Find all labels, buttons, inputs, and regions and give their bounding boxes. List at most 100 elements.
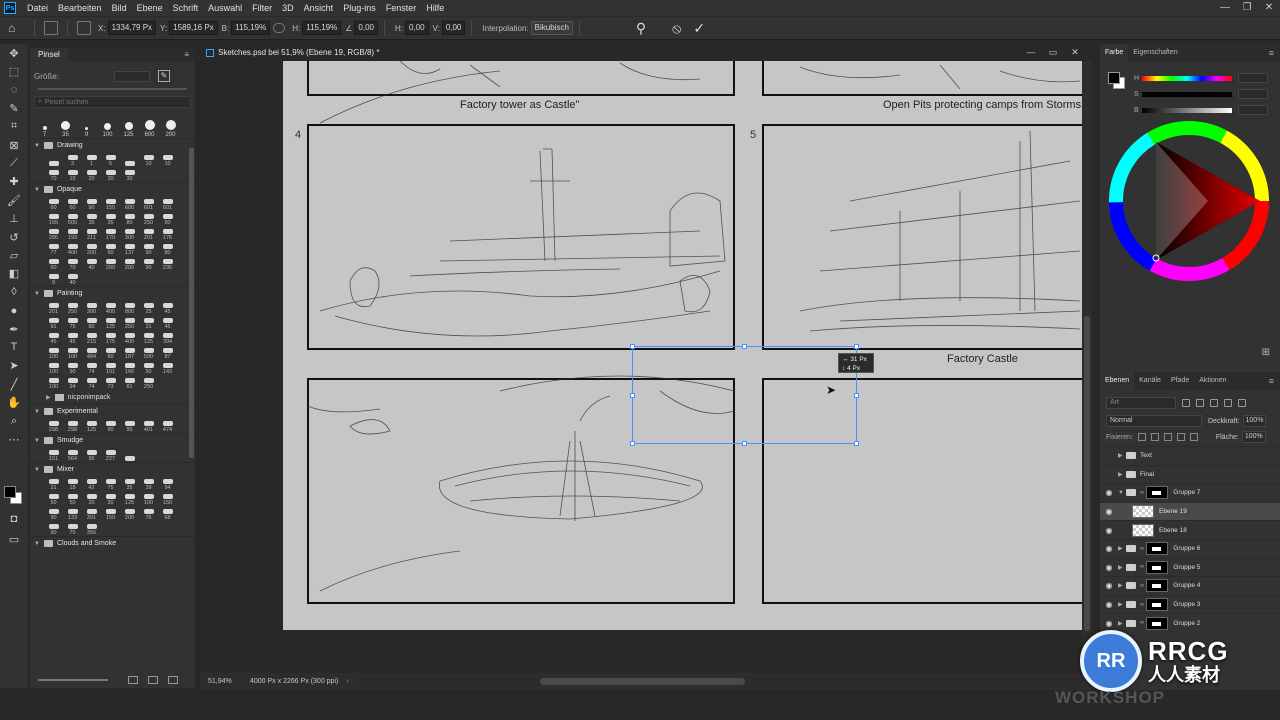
menu-fenster[interactable]: Fenster [381,3,422,13]
blend-mode-select[interactable]: Normal [1106,415,1202,427]
brush-preset[interactable]: 125 [120,491,139,506]
brush-preset[interactable]: 298 [44,418,63,433]
angle-field[interactable]: 0,00 [354,21,378,35]
brush-preset[interactable]: 5 [101,152,120,167]
maximize-button[interactable]: ❐ [1236,0,1258,16]
pen-tool-icon[interactable]: ✒ [0,320,28,338]
menu-plugins[interactable]: Plug-ins [338,3,381,13]
visibility-eye-icon[interactable]: ◉ [1100,451,1118,460]
brush-preset[interactable]: 45 [63,330,82,345]
brush-preset[interactable]: 10 [139,152,158,167]
transform-handle[interactable] [742,441,747,446]
lock-position-icon[interactable] [1163,433,1172,441]
brush-preset[interactable]: 143 [158,360,177,375]
mask-thumbnail[interactable] [1146,579,1169,593]
panel-menu-icon[interactable]: ≡ [184,50,189,59]
layer-row[interactable]: ◉ ▶ ∞ Gruppe 6 [1100,538,1280,558]
canvas-area[interactable]: Factory tower as Castle" Factory tower a… [200,61,1092,673]
preview-size-slider[interactable] [38,679,108,681]
mask-thumbnail[interactable] [1146,486,1169,500]
height-field[interactable]: 115,19% [302,21,342,35]
brush-preset[interactable]: 90 [101,241,120,256]
brush-preset[interactable]: 90 [82,196,101,211]
brush-preset[interactable]: 35 [120,476,139,491]
stamp-tool-icon[interactable]: ⊥ [0,210,28,228]
visibility-eye-icon[interactable]: ◉ [1100,563,1118,572]
brush-preset[interactable]: 1 [82,152,101,167]
transform-bounding-box[interactable] [630,344,859,446]
brush-preset[interactable]: 77 [44,241,63,256]
marquee-tool-icon[interactable]: ⬚ [0,62,28,80]
recent-brush[interactable]: 100 [97,123,118,138]
visibility-eye-icon[interactable]: ◉ [1100,544,1118,553]
layer-row[interactable]: ◉▶ Text [1100,446,1280,465]
brush-preset[interactable]: 100 [44,360,63,375]
brush-preset[interactable]: 30 [120,167,139,182]
foreground-swatch[interactable] [1108,72,1120,84]
hskew-field[interactable]: 0,00 [404,21,429,35]
layer-row[interactable]: ◉ Ebene 19 [1100,501,1280,521]
brush-preset[interactable]: 211 [82,226,101,241]
brush-preset[interactable]: 601 [139,196,158,211]
gradient-tool-icon[interactable]: ◧ [0,265,28,283]
brush-preset[interactable]: 90 [101,418,120,433]
brush-preset[interactable]: 150 [101,196,120,211]
brush-preset[interactable]: 400 [63,241,82,256]
brush-preset[interactable]: 18 [63,476,82,491]
brush-preset[interactable]: 73 [101,375,120,390]
brush-preset[interactable]: 87 [158,345,177,360]
brightness-slider[interactable] [1142,107,1232,113]
brush-preset[interactable]: 40 [63,271,82,286]
saturation-value[interactable] [1238,89,1268,99]
brush-preset[interactable]: 20 [101,167,120,182]
mask-link-icon[interactable]: ∞ [1140,620,1144,626]
lock-artboard-icon[interactable] [1176,433,1185,441]
brush-preset[interactable]: 474 [158,418,177,433]
brush-preset[interactable]: 200 [120,506,139,521]
brush-preset[interactable]: 60 [63,196,82,211]
menu-ansicht[interactable]: Ansicht [299,3,339,13]
filter-type-icon[interactable] [1210,399,1218,407]
brush-group-header[interactable]: ▼ Drawing [30,138,195,152]
visibility-eye-icon[interactable]: ◉ [1100,619,1118,628]
filter-smart-icon[interactable] [1238,399,1246,407]
recent-brush[interactable]: 125 [118,122,139,138]
expand-chevron-icon[interactable]: ▶ [1118,471,1126,478]
x-position-field[interactable]: 1334,79 Px [107,21,157,35]
y-position-field[interactable]: 1589,16 Px [169,21,218,35]
lock-pixels-icon[interactable] [1150,433,1159,441]
brush-size-field[interactable] [114,70,150,82]
brush-preset[interactable]: 68 [158,506,177,521]
minimize-button[interactable]: — [1214,0,1236,16]
brush-preset[interactable]: 155 [44,211,63,226]
brush-preset[interactable]: 95 [120,418,139,433]
dodge-tool-icon[interactable]: ● [0,301,28,319]
panel-menu-icon[interactable]: ≡ [1269,48,1274,58]
eyedropper-tool-icon[interactable]: ⟋ [0,154,28,172]
brush-preset[interactable]: 170 [101,226,120,241]
mask-link-icon[interactable]: ∞ [1140,583,1144,589]
tab-farbe[interactable]: Farbe [1100,44,1129,62]
lasso-tool-icon[interactable]: ◌ [0,81,28,99]
visibility-eye-icon[interactable]: ◉ [1100,507,1118,516]
expand-chevron-icon[interactable]: ▶ [1118,620,1126,627]
close-button[interactable]: ✕ [1258,0,1280,16]
brush-preset[interactable]: 90 [139,256,158,271]
visibility-eye-icon[interactable]: ◉ [1100,526,1118,535]
document-title[interactable]: Sketches.psd bei 51,9% (Ebene 19, RGB/8)… [200,48,379,57]
brush-preset[interactable]: 45 [158,315,177,330]
commit-transform-icon[interactable]: ✓ [693,20,705,37]
brush-preset[interactable]: 30 [101,491,120,506]
brush-group-header[interactable]: ▼ Opaque [30,182,195,196]
brush-preset[interactable]: 187 [120,345,139,360]
expand-chevron-icon[interactable]: ▶ [1118,545,1126,552]
crop-tool-icon[interactable]: ⌗ [0,118,28,136]
transform-handle[interactable] [630,441,635,446]
brush-preset[interactable]: 80 [120,211,139,226]
brush-preset[interactable]: 100 [44,375,63,390]
brush-preset[interactable]: 70 [44,167,63,182]
brush-preset[interactable]: 39 [139,476,158,491]
layer-row[interactable]: ◉ ▶ ∞ Gruppe 2 [1100,613,1280,632]
brush-preset[interactable]: 150 [101,506,120,521]
horizontal-scrollbar[interactable] [360,677,1080,686]
